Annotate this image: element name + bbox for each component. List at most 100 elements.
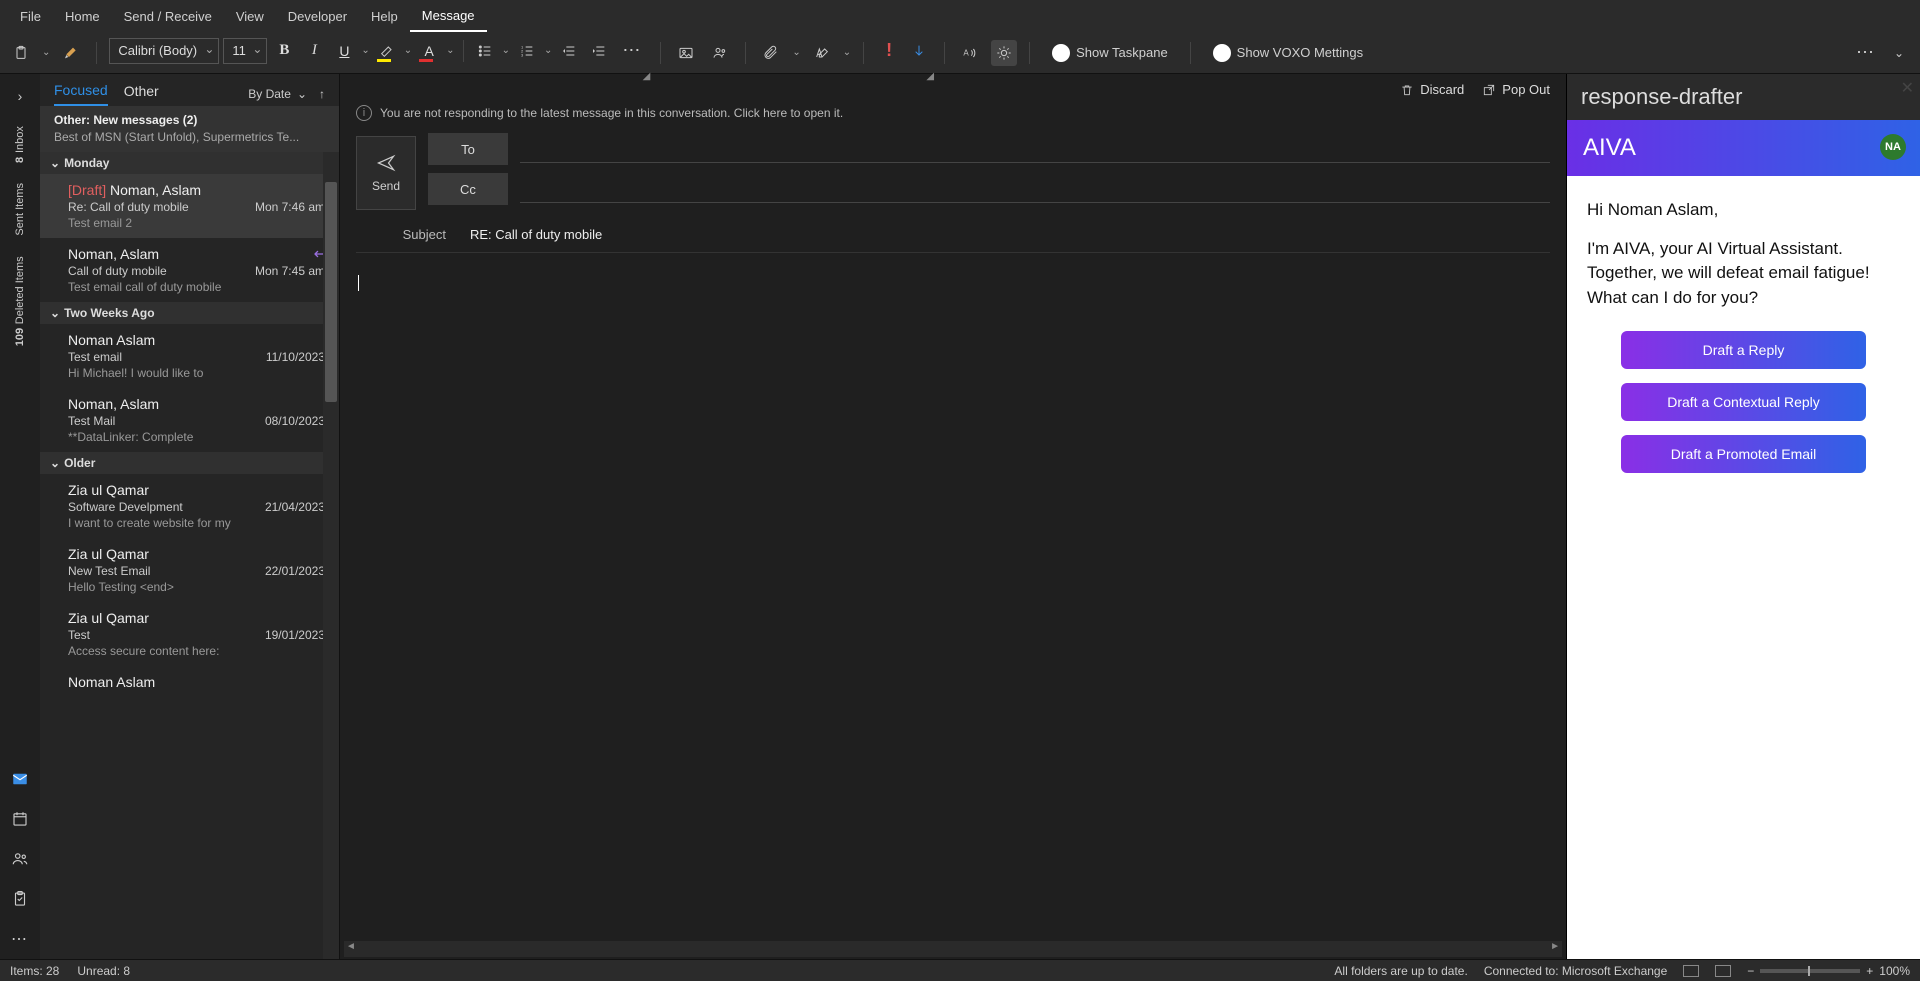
menu-developer[interactable]: Developer xyxy=(276,2,359,31)
highlight-icon[interactable] xyxy=(374,38,400,64)
format-painter-icon[interactable] xyxy=(58,40,84,66)
nav-tasks-icon[interactable] xyxy=(0,879,40,919)
rail-deleted-items[interactable]: 109Deleted Items xyxy=(14,246,26,356)
paste-dropdown-icon[interactable]: ⌄ xyxy=(42,47,50,58)
nav-calendar-icon[interactable] xyxy=(0,799,40,839)
compose-horizontal-scrollbar[interactable] xyxy=(344,941,1562,957)
message-list-scrollbar[interactable] xyxy=(323,152,339,959)
menu-file[interactable]: File xyxy=(8,2,53,31)
cc-button[interactable]: Cc xyxy=(428,173,508,205)
group-header[interactable]: Two Weeks Ago xyxy=(40,302,339,324)
insert-picture-icon[interactable] xyxy=(673,40,699,66)
show-taskpane-button[interactable]: Show Taskpane xyxy=(1042,40,1178,66)
cc-field[interactable] xyxy=(520,175,1550,203)
increase-indent-icon[interactable] xyxy=(586,38,612,64)
theme-icon[interactable] xyxy=(991,40,1017,66)
view-normal-icon[interactable] xyxy=(1683,965,1699,977)
conversation-notice[interactable]: iYou are not responding to the latest me… xyxy=(340,97,1566,129)
draft-reply-button[interactable]: Draft a Reply xyxy=(1621,331,1866,369)
menu-send-receive[interactable]: Send / Receive xyxy=(112,2,224,31)
discard-button[interactable]: Discard xyxy=(1400,82,1464,97)
bold-icon[interactable]: B xyxy=(271,38,297,64)
group-header[interactable]: Monday xyxy=(40,152,339,174)
draft-contextual-reply-button[interactable]: Draft a Contextual Reply xyxy=(1621,383,1866,421)
low-importance-icon[interactable] xyxy=(906,38,932,64)
folder-rail: › 8Inbox Sent Items 109Deleted Items ⋯ xyxy=(0,74,40,959)
rail-inbox[interactable]: 8Inbox xyxy=(14,116,26,173)
aiva-header: AIVA NA xyxy=(1567,120,1920,176)
view-reading-icon[interactable] xyxy=(1715,965,1731,977)
nav-people-icon[interactable] xyxy=(0,839,40,879)
address-book-icon[interactable] xyxy=(707,40,733,66)
numbering-dropdown-icon[interactable]: ⌄ xyxy=(544,45,552,56)
font-size-select[interactable]: 11 xyxy=(223,38,267,64)
highlight-dropdown-icon[interactable]: ⌄ xyxy=(404,45,412,56)
ribbon-overflow-icon[interactable]: ⋯ xyxy=(1850,42,1882,63)
status-connection: Connected to: Microsoft Exchange xyxy=(1484,964,1667,978)
message-item[interactable]: Zia ul QamarNew Test Email22/01/2023Hell… xyxy=(40,538,339,602)
message-item[interactable]: [Draft] Noman, AslamRe: Call of duty mob… xyxy=(40,174,339,238)
italic-icon[interactable]: I xyxy=(301,38,327,64)
signature-icon[interactable] xyxy=(809,40,835,66)
message-item[interactable]: Zia ul QamarTest19/01/2023Access secure … xyxy=(40,602,339,666)
tab-focused[interactable]: Focused xyxy=(54,82,108,106)
show-voxo-button[interactable]: Show VOXO Mettings xyxy=(1203,40,1373,66)
high-importance-icon[interactable]: ! xyxy=(876,38,902,64)
font-color-icon[interactable]: A xyxy=(416,38,442,64)
close-pane-icon[interactable]: ✕ xyxy=(1901,78,1914,98)
bullets-icon[interactable] xyxy=(472,38,498,64)
aiva-greeting: Hi Noman Aslam, xyxy=(1587,198,1900,223)
message-item[interactable]: Noman, AslamTest Mail08/10/2023**DataLin… xyxy=(40,388,339,452)
attach-icon[interactable] xyxy=(758,40,784,66)
underline-icon[interactable]: U xyxy=(331,38,357,64)
group-header[interactable]: Older xyxy=(40,452,339,474)
message-item[interactable]: Zia ul QamarSoftware Develpment21/04/202… xyxy=(40,474,339,538)
attach-dropdown-icon[interactable]: ⌄ xyxy=(792,47,800,58)
to-field[interactable] xyxy=(520,135,1550,163)
status-bar: Items: 28 Unread: 8 All folders are up t… xyxy=(0,959,1920,981)
other-new-messages-bar[interactable]: Other: New messages (2) Best of MSN (Sta… xyxy=(40,106,339,152)
subject-label: Subject xyxy=(386,227,446,242)
menu-view[interactable]: View xyxy=(224,2,276,31)
pop-out-button[interactable]: Pop Out xyxy=(1482,82,1550,97)
message-item[interactable]: Noman AslamTest email11/10/2023Hi Michae… xyxy=(40,324,339,388)
status-sync: All folders are up to date. xyxy=(1334,964,1467,978)
message-item[interactable]: Noman Aslam xyxy=(40,666,339,702)
signature-dropdown-icon[interactable]: ⌄ xyxy=(843,47,851,58)
draft-promoted-email-button[interactable]: Draft a Promoted Email xyxy=(1621,435,1866,473)
compose-body[interactable] xyxy=(340,261,1566,941)
font-color-dropdown-icon[interactable]: ⌄ xyxy=(446,45,454,56)
tags-group-launcher-icon[interactable]: ◢ xyxy=(926,71,934,82)
tags-group: ! ◢ xyxy=(876,38,932,68)
bullets-dropdown-icon[interactable]: ⌄ xyxy=(502,45,510,56)
font-group-launcher-icon[interactable]: ◢ xyxy=(643,71,651,82)
subject-field[interactable]: RE: Call of duty mobile xyxy=(470,227,602,242)
rail-sent-items[interactable]: Sent Items xyxy=(14,173,26,246)
expand-rail-icon[interactable]: › xyxy=(18,82,23,116)
menu-home[interactable]: Home xyxy=(53,2,112,31)
underline-dropdown-icon[interactable]: ⌄ xyxy=(361,45,369,56)
send-button[interactable]: Send xyxy=(356,136,416,210)
response-drafter-pane: response-drafter✕ AIVA NA Hi Noman Aslam… xyxy=(1566,74,1920,959)
zoom-control[interactable]: − + 100% xyxy=(1747,964,1910,978)
collapse-ribbon-icon[interactable]: ⌄ xyxy=(1886,40,1912,66)
nav-more-icon[interactable]: ⋯ xyxy=(0,919,40,959)
sort-direction-icon[interactable]: ↑ xyxy=(319,87,325,101)
zoom-out-icon[interactable]: − xyxy=(1747,964,1754,978)
numbering-icon[interactable]: 123 xyxy=(514,38,540,64)
read-aloud-icon[interactable]: A xyxy=(957,40,983,66)
zoom-in-icon[interactable]: + xyxy=(1866,964,1873,978)
menu-message[interactable]: Message xyxy=(410,1,487,32)
decrease-indent-icon[interactable] xyxy=(556,38,582,64)
zoom-slider[interactable] xyxy=(1760,969,1860,973)
tab-other[interactable]: Other xyxy=(124,83,159,105)
to-button[interactable]: To xyxy=(428,133,508,165)
nav-mail-icon[interactable] xyxy=(0,759,40,799)
menu-help[interactable]: Help xyxy=(359,2,410,31)
message-item[interactable]: Noman, Aslam↩Call of duty mobileMon 7:45… xyxy=(40,238,339,302)
ribbon: ⌄ Calibri (Body) 11 B I U ⌄ ⌄ A ⌄ ⌄ 123 … xyxy=(0,32,1920,74)
more-formatting-icon[interactable]: ⋯ xyxy=(616,40,648,61)
font-family-select[interactable]: Calibri (Body) xyxy=(109,38,219,64)
paste-icon[interactable] xyxy=(8,40,34,66)
sort-by[interactable]: By Date⌄↑ xyxy=(248,87,325,101)
